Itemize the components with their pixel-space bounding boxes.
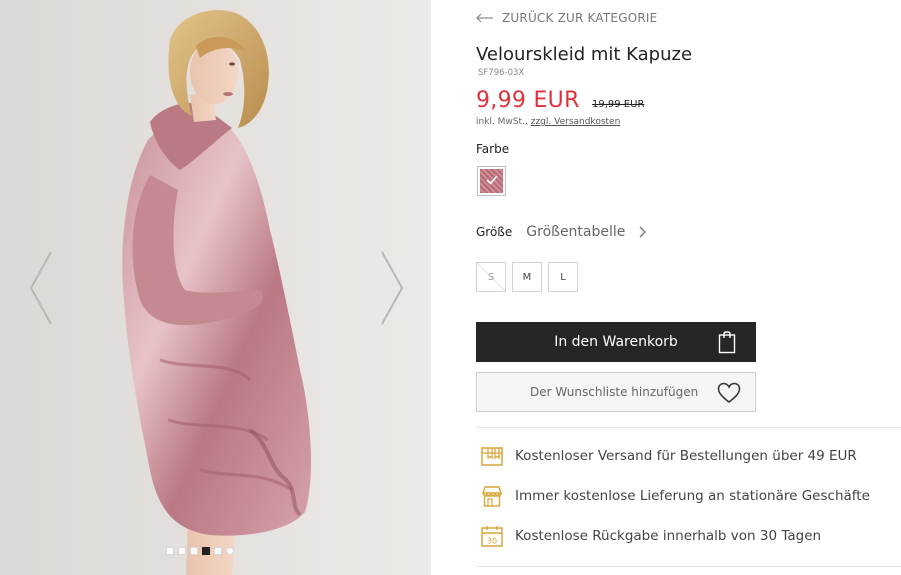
arrow-left-icon: [476, 13, 493, 23]
shopping-bag-icon: [718, 331, 736, 354]
benefit-free-returns-text: Kostenlose Rückgabe innerhalb von 30 Tag…: [515, 528, 822, 544]
benefit-store-delivery-text: Immer kostenlose Lieferung an stationäre…: [515, 488, 870, 504]
benefit-free-shipping-text: Kostenloser Versand für Bestellungen übe…: [515, 448, 857, 464]
old-price: 19,99 EUR: [592, 99, 645, 110]
add-to-cart-button[interactable]: In den Warenkorb: [476, 322, 756, 362]
size-option-l[interactable]: L: [548, 262, 578, 292]
product-sku: SF796-03X: [478, 68, 525, 78]
gallery-dot-2[interactable]: [178, 547, 186, 555]
size-option-m[interactable]: M: [512, 262, 542, 292]
color-swatch-fill: [480, 169, 503, 193]
size-option-s[interactable]: S: [476, 262, 506, 292]
gallery-dot-video[interactable]: [226, 547, 234, 555]
benefits-divider-top: [476, 427, 901, 428]
gallery-dot-4[interactable]: [202, 547, 210, 555]
back-to-category-label: ZURÜCK ZUR KATEGORIE: [502, 11, 658, 25]
gallery-dot-3[interactable]: [190, 547, 198, 555]
gallery-pagination: [166, 547, 234, 555]
heart-icon: [717, 382, 741, 403]
product-image-gallery: [0, 0, 431, 575]
size-table-label: Größentabelle: [526, 224, 626, 240]
size-label: Größe: [476, 225, 513, 239]
gallery-dot-1[interactable]: [166, 547, 174, 555]
product-photo: [0, 0, 431, 575]
delivery-box-icon: [481, 447, 503, 466]
color-label: Farbe: [476, 142, 510, 156]
product-details-panel: ZURÜCK ZUR KATEGORIE Velourskleid mit Ka…: [476, 0, 901, 575]
shipping-costs-link[interactable]: zzgl. Versandkosten: [531, 117, 621, 127]
gallery-next-arrow[interactable]: [378, 250, 406, 326]
size-options: S M L: [476, 262, 578, 292]
current-price: 9,99 EUR: [476, 88, 580, 113]
store-icon: [482, 486, 502, 507]
chevron-right-icon: [639, 226, 647, 238]
add-to-cart-label: In den Warenkorb: [554, 334, 678, 350]
add-to-wishlist-label: Der Wunschliste hinzufügen: [530, 385, 699, 399]
benefit-free-returns: 30 Kostenlose Rückgabe innerhalb von 30 …: [480, 524, 821, 548]
calendar-30-icon: 30: [481, 526, 503, 547]
svg-text:30: 30: [487, 537, 497, 546]
benefit-store-delivery: Immer kostenlose Lieferung an stationäre…: [480, 484, 870, 508]
color-swatch[interactable]: [477, 166, 506, 196]
product-title: Velourskleid mit Kapuze: [476, 44, 693, 65]
benefit-free-shipping: Kostenloser Versand für Bestellungen übe…: [480, 444, 857, 468]
size-row: Größe Größentabelle: [476, 224, 647, 240]
benefits-divider-bottom: [476, 566, 901, 567]
gallery-dot-5[interactable]: [214, 547, 222, 555]
gallery-prev-arrow[interactable]: [27, 250, 55, 326]
check-icon: [486, 175, 498, 185]
vat-info: inkl. MwSt., zzgl. Versandkosten: [476, 117, 620, 127]
back-to-category-link[interactable]: ZURÜCK ZUR KATEGORIE: [476, 11, 657, 25]
vat-text: inkl. MwSt.,: [476, 117, 528, 127]
size-table-link[interactable]: Größentabelle: [526, 224, 647, 240]
add-to-wishlist-button[interactable]: Der Wunschliste hinzufügen: [476, 372, 756, 412]
